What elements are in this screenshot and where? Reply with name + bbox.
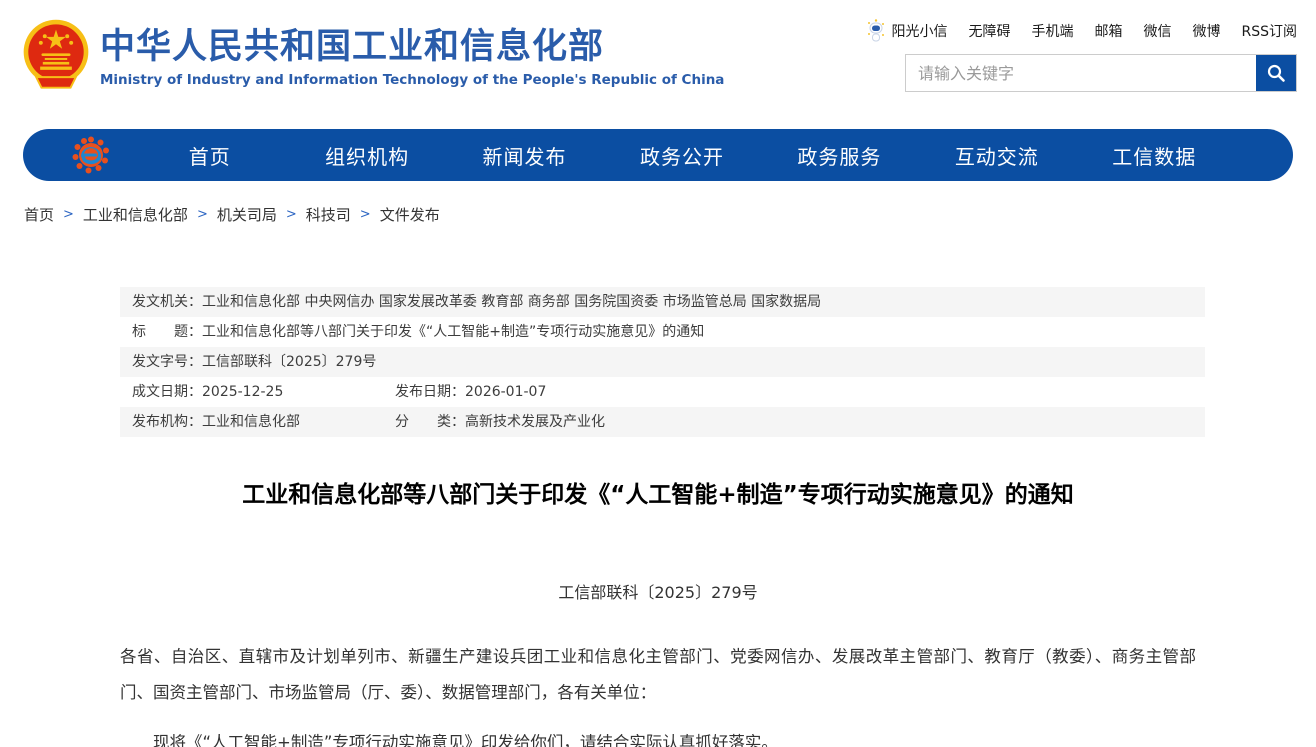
meta-label-doc-no: 发文字号：	[132, 354, 202, 370]
article-paragraph-addressees: 各省、自治区、直辖市及计划单列市、新疆生产建设兵团工业和信息化主管部门、党委网信…	[120, 639, 1196, 711]
miit-gear-e-logo-icon	[71, 135, 111, 175]
meta-value-category: 高新技术发展及产业化	[465, 414, 605, 430]
meta-row-issuing-org: 发文机关：工业和信息化部 中央网信办 国家发展改革委 教育部 商务部 国务院国资…	[120, 287, 1205, 317]
nav-item-gov-disclosure[interactable]: 政务公开	[603, 141, 760, 170]
meta-value-publish-org: 工业和信息化部	[202, 414, 300, 430]
meta-label-written-date: 成文日期：	[132, 384, 202, 400]
meta-row-org-category: 发布机构：工业和信息化部 分 类：高新技术发展及产业化	[120, 407, 1205, 437]
meta-cell-written-date: 成文日期：2025-12-25	[120, 384, 383, 400]
breadcrumb-home[interactable]: 首页	[24, 204, 54, 225]
meta-row-title: 标 题：工业和信息化部等八部门关于印发《“人工智能+制造”专项行动实施意见》的通…	[120, 317, 1205, 347]
nav-item-home[interactable]: 首页	[131, 141, 288, 170]
utility-link-mobile[interactable]: 手机端	[1031, 21, 1073, 41]
utility-link-accessibility[interactable]: 无障碍	[968, 21, 1010, 41]
breadcrumb: 首页 > 工业和信息化部 > 机关司局 > 科技司 > 文件发布	[24, 204, 1316, 225]
meta-value-written-date: 2025-12-25	[202, 384, 283, 400]
article-paragraph-body: 现将《“人工智能+制造”专项行动实施意见》印发给你们，请结合实际认真抓好落实。	[120, 725, 1196, 747]
site-title: 中华人民共和国工业和信息化部	[100, 27, 724, 67]
document-meta-table: 发文机关：工业和信息化部 中央网信办 国家发展改革委 教育部 商务部 国务院国资…	[120, 287, 1205, 437]
search-input[interactable]	[906, 55, 1256, 91]
meta-value-title: 工业和信息化部等八部门关于印发《“人工智能+制造”专项行动实施意见》的通知	[202, 324, 704, 340]
utility-link-rss[interactable]: RSS订阅	[1241, 21, 1297, 41]
nav-item-interaction[interactable]: 互动交流	[918, 141, 1075, 170]
search-bar	[905, 54, 1297, 92]
nav-item-organization[interactable]: 组织机构	[288, 141, 445, 170]
breadcrumb-science-tech-dept[interactable]: 科技司	[306, 204, 351, 225]
site-subtitle: Ministry of Industry and Information Tec…	[100, 72, 724, 88]
meta-cell-publish-date: 发布日期：2026-01-07	[383, 384, 546, 400]
meta-row-doc-no: 发文字号：工信部联科〔2025〕279号	[120, 347, 1205, 377]
breadcrumb-departments[interactable]: 机关司局	[217, 204, 277, 225]
meta-row-dates: 成文日期：2025-12-25 发布日期：2026-01-07	[120, 377, 1205, 407]
breadcrumb-separator: >	[63, 207, 74, 222]
document-number: 工信部联科〔2025〕279号	[0, 579, 1316, 603]
search-button[interactable]	[1256, 55, 1296, 91]
breadcrumb-separator: >	[197, 207, 208, 222]
meta-label-publish-date: 发布日期：	[395, 384, 465, 400]
utility-link-weibo[interactable]: 微博	[1192, 21, 1220, 41]
utility-link-wechat[interactable]: 微信	[1143, 21, 1171, 41]
nav-item-miit-data[interactable]: 工信数据	[1076, 141, 1233, 170]
meta-label-publish-org: 发布机构：	[132, 414, 202, 430]
page: 中华人民共和国工业和信息化部 Ministry of Industry and …	[0, 0, 1316, 747]
meta-value-issuing-org: 工业和信息化部 中央网信办 国家发展改革委 教育部 商务部 国务院国资委 市场监…	[202, 294, 821, 310]
nav-items: 首页 组织机构 新闻发布 政务公开 政务服务 互动交流 工信数据	[111, 141, 1293, 170]
meta-label-category: 分 类：	[395, 414, 465, 430]
article-title: 工业和信息化部等八部门关于印发《“人工智能+制造”专项行动实施意见》的通知	[90, 475, 1226, 509]
utility-links: 阳光小信 无障碍 手机端 邮箱 微信 微博 RSS订阅	[866, 19, 1297, 43]
utility-link-mail[interactable]: 邮箱	[1094, 21, 1122, 41]
main-content: 发文机关：工业和信息化部 中央网信办 国家发展改革委 教育部 商务部 国务院国资…	[0, 287, 1316, 747]
meta-label-title: 标 题：	[132, 324, 202, 340]
nav-item-news[interactable]: 新闻发布	[446, 141, 603, 170]
meta-cell-publish-org: 发布机构：工业和信息化部	[120, 414, 383, 430]
breadcrumb-separator: >	[286, 207, 297, 222]
breadcrumb-document-release[interactable]: 文件发布	[380, 204, 440, 225]
meta-value-doc-no: 工信部联科〔2025〕279号	[202, 354, 376, 370]
site-header: 中华人民共和国工业和信息化部 Ministry of Industry and …	[0, 0, 1316, 129]
meta-value-publish-date: 2026-01-07	[465, 384, 546, 400]
meta-cell-category: 分 类：高新技术发展及产业化	[383, 414, 605, 430]
meta-label-issuing-org: 发文机关：	[132, 294, 202, 310]
search-icon	[1266, 63, 1286, 83]
nav-item-gov-services[interactable]: 政务服务	[761, 141, 918, 170]
site-titles: 中华人民共和国工业和信息化部 Ministry of Industry and …	[100, 27, 724, 88]
utility-link-label: 阳光小信	[891, 21, 947, 41]
main-nav: 首页 组织机构 新闻发布 政务公开 政务服务 互动交流 工信数据	[23, 129, 1293, 181]
national-emblem-icon	[23, 19, 89, 93]
breadcrumb-miit[interactable]: 工业和信息化部	[83, 204, 188, 225]
breadcrumb-separator: >	[360, 207, 371, 222]
utility-link-sunshine-xiaoxin[interactable]: 阳光小信	[866, 19, 947, 43]
national-emblem-logo	[23, 19, 89, 93]
mascot-icon	[866, 19, 886, 43]
